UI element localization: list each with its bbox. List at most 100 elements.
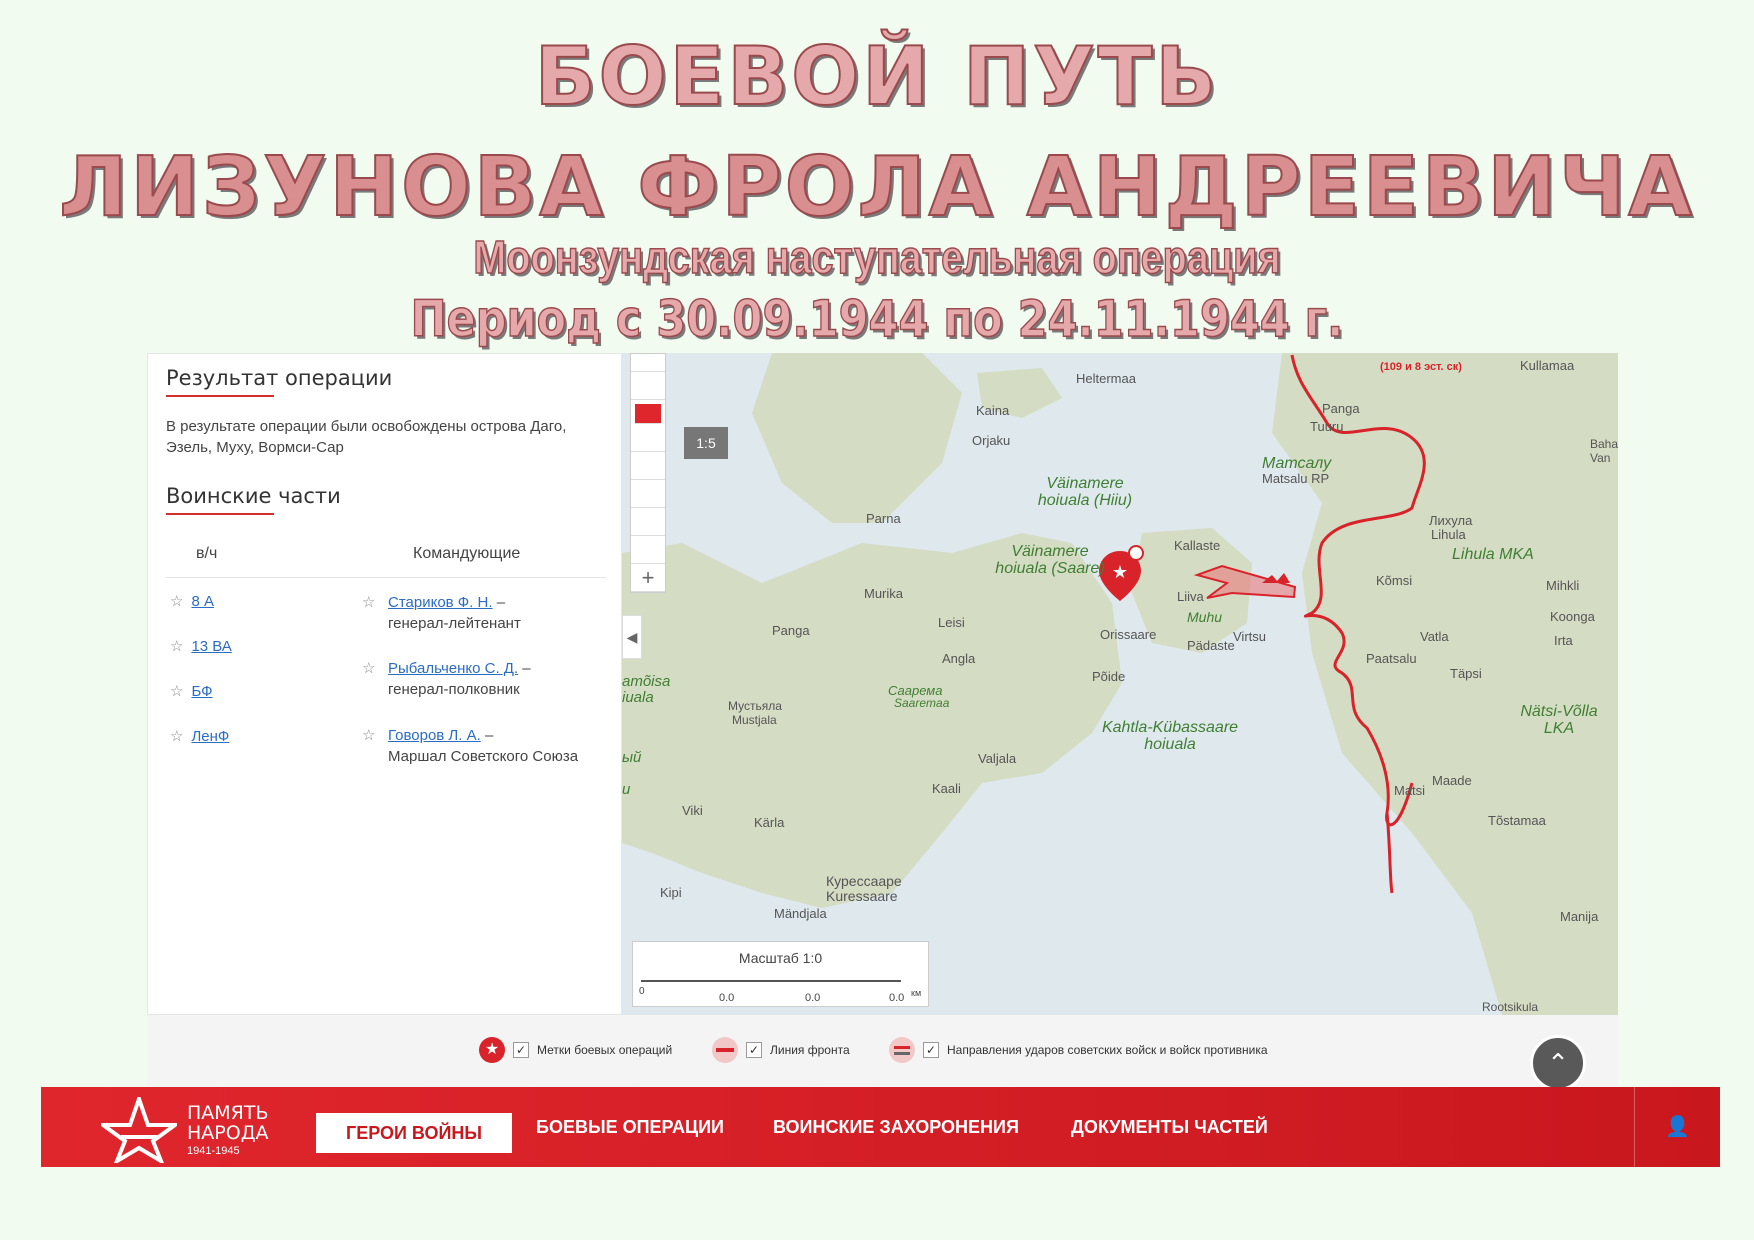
place-label: Kipi [660, 885, 682, 900]
logo-years: 1941-1945 [187, 1145, 240, 1157]
favorite-star-icon[interactable]: ☆ [362, 592, 375, 613]
place-label: Matsalu RP [1262, 471, 1330, 486]
place-label: Koonga [1550, 609, 1595, 624]
place-label: Kärla [754, 815, 785, 830]
scale-unit: км [911, 988, 922, 998]
place-label: Tõstamaa [1488, 813, 1546, 828]
result-heading-underline [166, 395, 274, 397]
checkbox[interactable]: ✓ [513, 1042, 529, 1058]
legend-item-operation-marks[interactable]: ★ ✓ Метки боевых операций [479, 1037, 672, 1063]
commander-link[interactable]: Стариков Ф. Н. [388, 594, 493, 611]
place-label: Leisi [938, 615, 965, 630]
unit-row: ☆ БФ [170, 682, 213, 700]
scale-tick: 0.0 [889, 992, 905, 1004]
place-label: Panga [772, 623, 810, 638]
place-label: Pädaste [1187, 638, 1235, 653]
collapse-panel-button[interactable]: ◀ [622, 615, 642, 659]
toolbar-cell[interactable] [631, 354, 665, 372]
table-divider [166, 577, 606, 578]
place-label: Kullamaa [1520, 358, 1575, 373]
unit-link[interactable]: 8 А [191, 593, 214, 610]
commander-rank: генерал-лейтенант [388, 615, 521, 632]
checkbox[interactable]: ✓ [923, 1042, 939, 1058]
scroll-up-button[interactable]: ⌃ [1530, 1035, 1586, 1091]
logo-star-icon[interactable] [101, 1097, 177, 1163]
toolbar-cell[interactable] [631, 480, 665, 508]
legend-item-attack-directions[interactable]: ✓ Направления ударов советских войск и в… [889, 1037, 1268, 1063]
red-color-swatch[interactable] [635, 404, 661, 424]
commander-link[interactable]: Рыбальченко С. Д. [388, 660, 518, 677]
place-label: amõisa [622, 673, 671, 690]
place-label: Virtsu [1233, 629, 1266, 644]
scale-bar [641, 980, 901, 982]
dash: – [522, 660, 531, 677]
favorite-star-icon[interactable]: ☆ [170, 728, 183, 745]
unit-row: ☆ ЛенФ [170, 727, 229, 745]
toolbar-cell[interactable] [631, 452, 665, 480]
scale-chip[interactable]: 1:5 [684, 427, 728, 459]
place-label: Panga [1322, 401, 1360, 416]
front-line-icon [712, 1037, 738, 1063]
place-label: Baha Van [1590, 437, 1618, 465]
favorite-star-icon[interactable]: ☆ [170, 683, 183, 700]
place-label: Kõmsi [1376, 573, 1413, 588]
nav-burials[interactable]: ВОИНСКИЕ ЗАХОРОНЕНИЯ [773, 1087, 1019, 1167]
commander-row: ☆ Говоров Л. А. – Маршал Советского Союз… [362, 725, 588, 767]
nav-operations[interactable]: БОЕВЫЕ ОПЕРАЦИИ [536, 1087, 724, 1167]
protected-area-label: Väinamere hoiuala (Saare) [995, 543, 1105, 577]
dash: – [496, 594, 506, 611]
place-label: Kaali [932, 781, 961, 796]
user-icon: 👤 [1665, 1116, 1690, 1138]
place-label: Лихула [1429, 513, 1473, 528]
units-column-header: в/ч [196, 545, 218, 562]
place-label: Viki [682, 803, 703, 818]
place-label: Saaremaa [894, 696, 950, 710]
star-marker-icon: ★ [479, 1037, 505, 1063]
operation-info-panel: Результат операции В результате операции… [147, 353, 622, 1015]
logo-line-1: ПАМЯТЬ [187, 1102, 269, 1124]
place-label: Rootsikula [1482, 1000, 1539, 1014]
title-line-1: БОЕВОЙ ПУТЬ [534, 29, 1220, 124]
zoom-in-button[interactable]: + [631, 564, 665, 592]
place-label: Matsi [1394, 783, 1426, 798]
scale-tick: 0 [639, 986, 645, 997]
logo-line-2: НАРОДА [187, 1122, 269, 1144]
title-line-2: ЛИЗУНОВА ФРОЛА АНДРЕЕВИЧА [58, 139, 1695, 236]
toolbar-cell[interactable] [631, 536, 665, 564]
unit-link[interactable]: 13 ВА [191, 638, 231, 655]
units-heading: Воинские части [166, 484, 341, 508]
favorite-star-icon[interactable]: ☆ [362, 725, 375, 746]
dash: – [484, 727, 494, 744]
favorite-star-icon[interactable]: ☆ [170, 638, 183, 655]
favorite-star-icon[interactable]: ☆ [362, 658, 375, 679]
operation-map[interactable]: ★ + 1:5 ◀ (109 и 8 эст. ск) Heltermaa Ka… [622, 353, 1618, 1015]
toolbar-cell[interactable] [631, 372, 665, 400]
scale-tick: 0.0 [719, 992, 735, 1004]
checkbox[interactable]: ✓ [746, 1042, 762, 1058]
legend-item-front-line[interactable]: ✓ Линия фронта [712, 1037, 850, 1063]
legend-label: Метки боевых операций [537, 1043, 673, 1057]
result-heading: Результат операции [166, 366, 393, 390]
place-label: Mihkli [1546, 578, 1580, 593]
place-label: Parna [866, 511, 901, 526]
commander-rank: генерал-полковник [388, 681, 520, 698]
nav-unit-documents[interactable]: ДОКУМЕНТЫ ЧАСТЕЙ [1071, 1087, 1268, 1167]
site-navbar: ПАМЯТЬ НАРОДА 1941-1945 ГЕРОИ ВОЙНЫ БОЕВЫ… [41, 1087, 1720, 1167]
user-button[interactable]: 👤 [1634, 1087, 1720, 1167]
nav-heroes[interactable]: ГЕРОИ ВОЙНЫ [316, 1113, 513, 1153]
scale-title: Масштаб 1:0 [738, 950, 823, 966]
place-label: Heltermaa [1076, 371, 1136, 386]
favorite-star-icon[interactable]: ☆ [170, 593, 183, 610]
commander-link[interactable]: Говоров Л. А. [388, 727, 481, 744]
logo-text[interactable]: ПАМЯТЬ НАРОДА [187, 1103, 269, 1143]
place-label: Orissaare [1100, 627, 1157, 642]
toolbar-cell[interactable] [631, 508, 665, 536]
unit-row: ☆ 8 А [170, 592, 214, 610]
unit-link[interactable]: ЛенФ [191, 728, 229, 745]
place-label: Manija [1560, 909, 1599, 924]
toolbar-cell[interactable] [631, 424, 665, 452]
scale-box: Масштаб 1:0 0 0.0 0.0 0.0 км [632, 941, 929, 1007]
protected-area-label: Väinamere hoiuala (Hiiu) [1037, 475, 1133, 509]
place-label: Mändjala [774, 906, 827, 921]
unit-link[interactable]: БФ [191, 683, 212, 700]
